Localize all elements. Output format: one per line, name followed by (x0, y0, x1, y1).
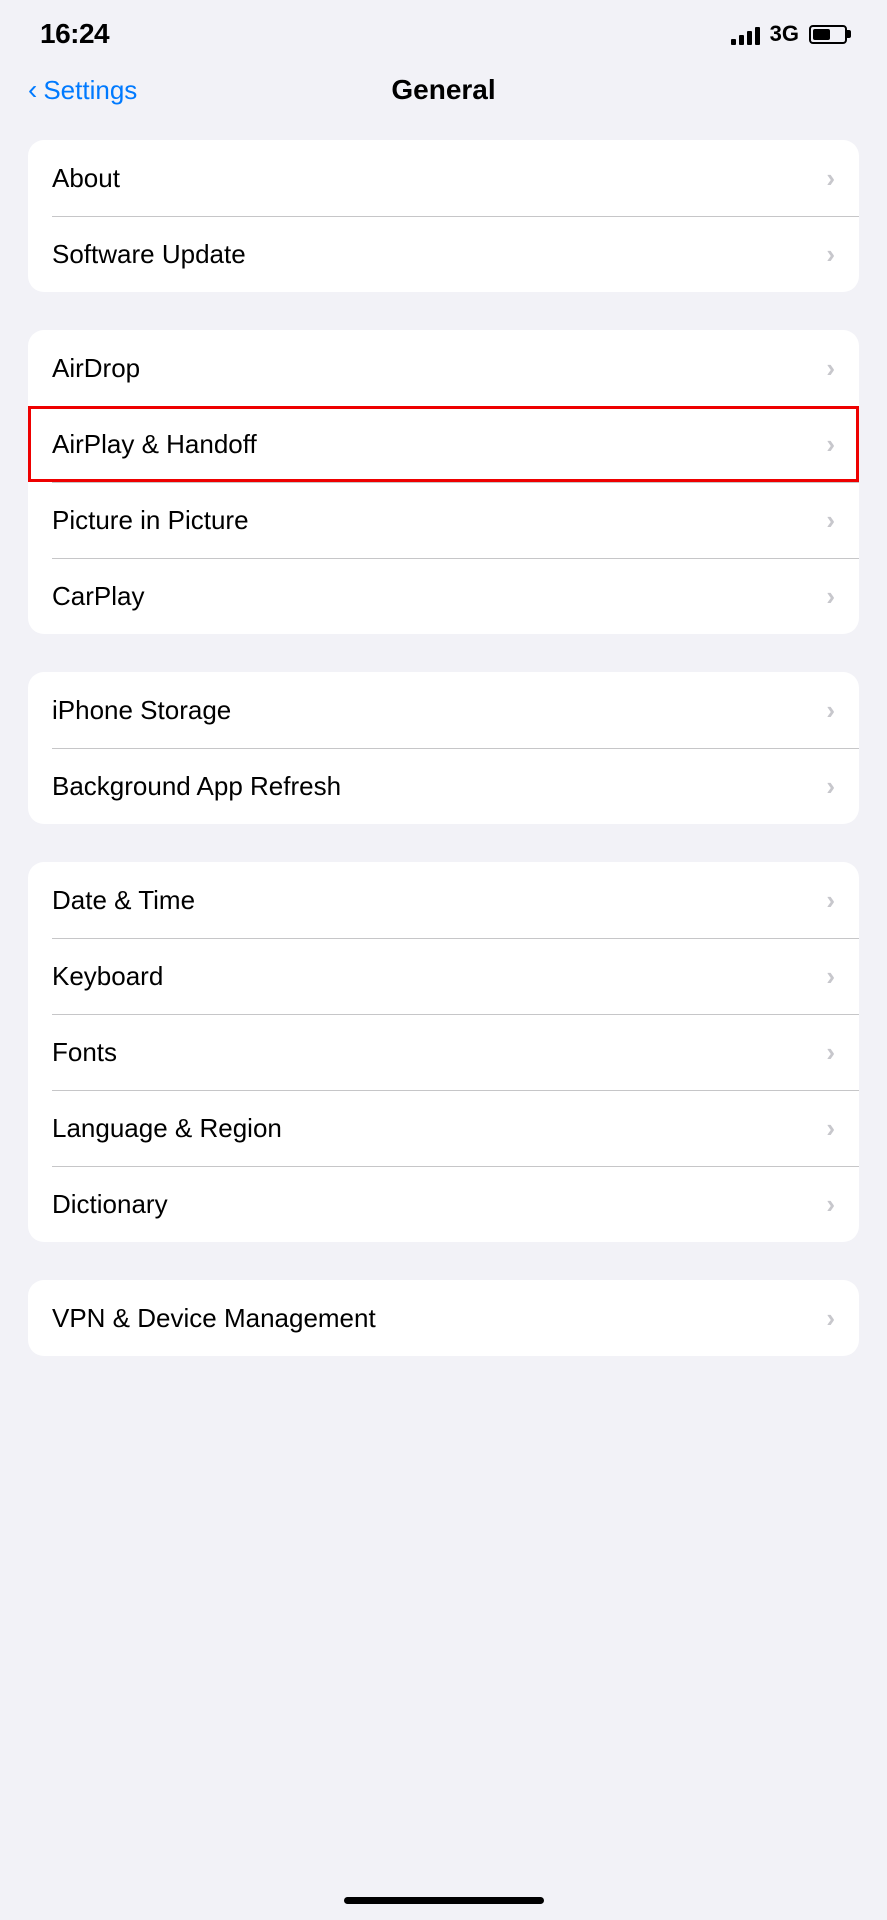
settings-item-software-update[interactable]: Software Update › (28, 216, 859, 292)
signal-bars-icon (731, 23, 760, 45)
settings-label-picture-in-picture: Picture in Picture (52, 505, 249, 536)
settings-item-language-region[interactable]: Language & Region › (28, 1090, 859, 1166)
chevron-icon-dictionary: › (826, 1189, 835, 1220)
settings-label-about: About (52, 163, 120, 194)
settings-label-software-update: Software Update (52, 239, 246, 270)
settings-item-background-app-refresh[interactable]: Background App Refresh › (28, 748, 859, 824)
settings-label-language-region: Language & Region (52, 1113, 282, 1144)
chevron-icon-vpn-device-management: › (826, 1303, 835, 1334)
settings-item-date-time[interactable]: Date & Time › (28, 862, 859, 938)
back-label: Settings (43, 75, 137, 106)
settings-item-keyboard[interactable]: Keyboard › (28, 938, 859, 1014)
settings-label-keyboard: Keyboard (52, 961, 163, 992)
back-button[interactable]: ‹ Settings (28, 75, 137, 106)
settings-label-background-app-refresh: Background App Refresh (52, 771, 341, 802)
settings-label-carplay: CarPlay (52, 581, 144, 612)
nav-header: ‹ Settings General (0, 60, 887, 130)
settings-label-airdrop: AirDrop (52, 353, 140, 384)
settings-item-about[interactable]: About › (28, 140, 859, 216)
settings-label-vpn-device-management: VPN & Device Management (52, 1303, 376, 1334)
chevron-icon-keyboard: › (826, 961, 835, 992)
status-icons: 3G (731, 21, 847, 47)
settings-item-dictionary[interactable]: Dictionary › (28, 1166, 859, 1242)
settings-content: About›Software Update›AirDrop›AirPlay & … (0, 130, 887, 1434)
settings-item-fonts[interactable]: Fonts › (28, 1014, 859, 1090)
network-type: 3G (770, 21, 799, 47)
settings-group-group5: VPN & Device Management › (28, 1280, 859, 1356)
settings-label-iphone-storage: iPhone Storage (52, 695, 231, 726)
settings-label-fonts: Fonts (52, 1037, 117, 1068)
settings-item-airplay-handoff[interactable]: AirPlay & Handoff › (28, 406, 859, 482)
chevron-icon-airdrop: › (826, 353, 835, 384)
page-title: General (391, 74, 495, 106)
settings-item-airdrop[interactable]: AirDrop › (28, 330, 859, 406)
chevron-icon-airplay-handoff: › (826, 429, 835, 460)
settings-label-airplay-handoff: AirPlay & Handoff (52, 429, 257, 460)
settings-group-group3: iPhone Storage › Background App Refresh › (28, 672, 859, 824)
chevron-icon-picture-in-picture: › (826, 505, 835, 536)
settings-item-carplay[interactable]: CarPlay › (28, 558, 859, 634)
battery-icon (809, 25, 847, 44)
chevron-icon-software-update: › (826, 239, 835, 270)
chevron-icon-carplay: › (826, 581, 835, 612)
chevron-icon-iphone-storage: › (826, 695, 835, 726)
chevron-icon-date-time: › (826, 885, 835, 916)
settings-label-date-time: Date & Time (52, 885, 195, 916)
settings-group-group4: Date & Time›Keyboard›Fonts›Language & Re… (28, 862, 859, 1242)
status-bar: 16:24 3G (0, 0, 887, 60)
chevron-icon-background-app-refresh: › (826, 771, 835, 802)
chevron-icon-language-region: › (826, 1113, 835, 1144)
back-chevron-icon: ‹ (28, 76, 37, 104)
settings-group-group2: AirDrop›AirPlay & Handoff›Picture in Pic… (28, 330, 859, 634)
chevron-icon-about: › (826, 163, 835, 194)
settings-item-picture-in-picture[interactable]: Picture in Picture › (28, 482, 859, 558)
settings-item-vpn-device-management[interactable]: VPN & Device Management › (28, 1280, 859, 1356)
settings-item-iphone-storage[interactable]: iPhone Storage › (28, 672, 859, 748)
home-indicator (344, 1897, 544, 1904)
chevron-icon-fonts: › (826, 1037, 835, 1068)
settings-group-group1: About › Software Update › (28, 140, 859, 292)
settings-label-dictionary: Dictionary (52, 1189, 168, 1220)
status-time: 16:24 (40, 18, 109, 50)
